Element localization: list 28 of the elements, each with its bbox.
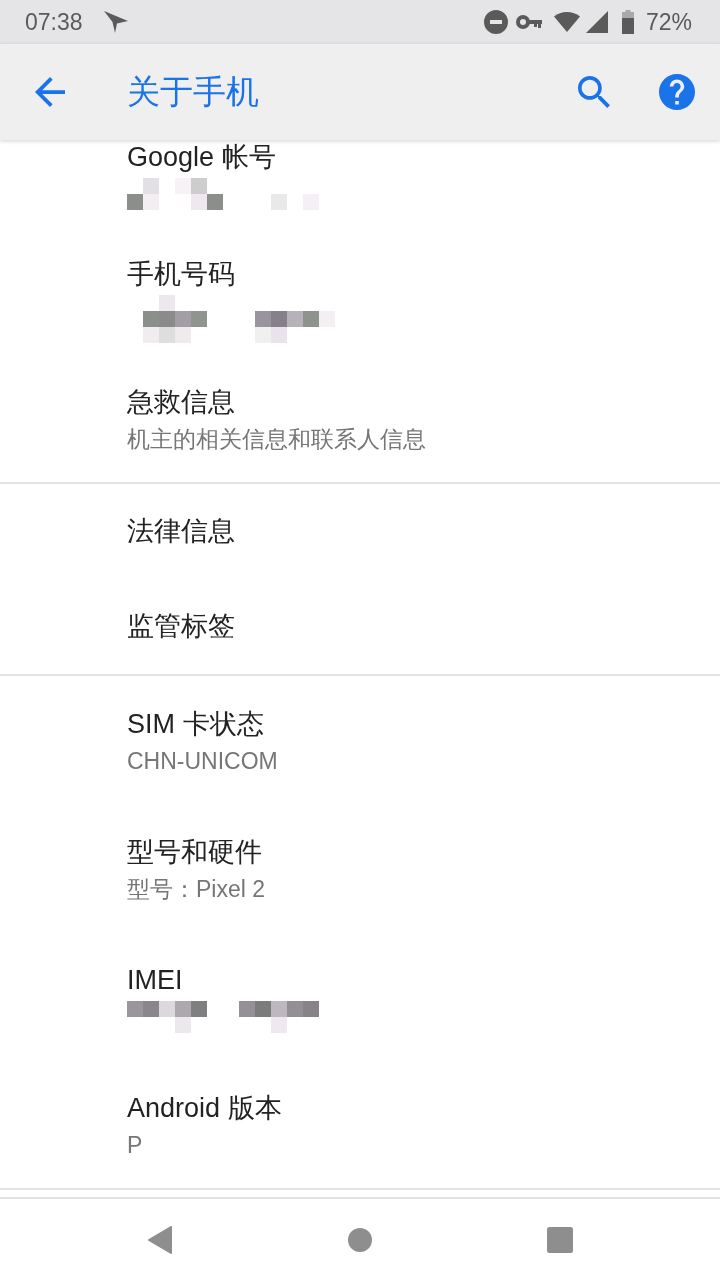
do-not-disturb-icon — [483, 10, 508, 34]
recent-apps-icon[interactable] — [547, 1226, 573, 1253]
screen-title: 关于手机 — [127, 72, 259, 112]
setting-title[interactable]: IMEI — [127, 963, 183, 997]
setting-title[interactable]: 法律信息 — [127, 514, 235, 548]
battery-percent: 72% — [645, 8, 692, 36]
setting-title[interactable]: 急救信息 — [127, 385, 235, 419]
setting-title[interactable]: 手机号码 — [127, 257, 235, 291]
status-time: 07:38 — [25, 8, 83, 36]
setting-summary: CHN-UNICOM — [127, 747, 278, 776]
setting-summary: 机主的相关信息和联系人信息 — [127, 425, 426, 454]
paper-plane-icon — [103, 11, 128, 33]
signal-icon — [585, 11, 608, 33]
setting-title[interactable]: Android 版本 — [127, 1091, 282, 1125]
wifi-icon — [553, 12, 580, 32]
battery-icon — [621, 10, 634, 34]
home-icon[interactable] — [348, 1227, 372, 1252]
setting-title[interactable]: 监管标签 — [127, 609, 235, 643]
setting-summary: P — [127, 1131, 143, 1160]
setting-title[interactable]: Google 帐号 — [127, 140, 276, 174]
key-icon — [515, 15, 542, 29]
help-icon[interactable] — [659, 74, 695, 110]
setting-title[interactable]: 型号和硬件 — [127, 835, 262, 869]
setting-title[interactable]: SIM 卡状态 — [127, 707, 264, 741]
back-arrow-icon[interactable] — [35, 77, 65, 107]
setting-summary: 型号：Pixel 2 — [127, 875, 266, 904]
back-icon[interactable] — [148, 1225, 172, 1254]
search-icon[interactable] — [578, 76, 610, 108]
